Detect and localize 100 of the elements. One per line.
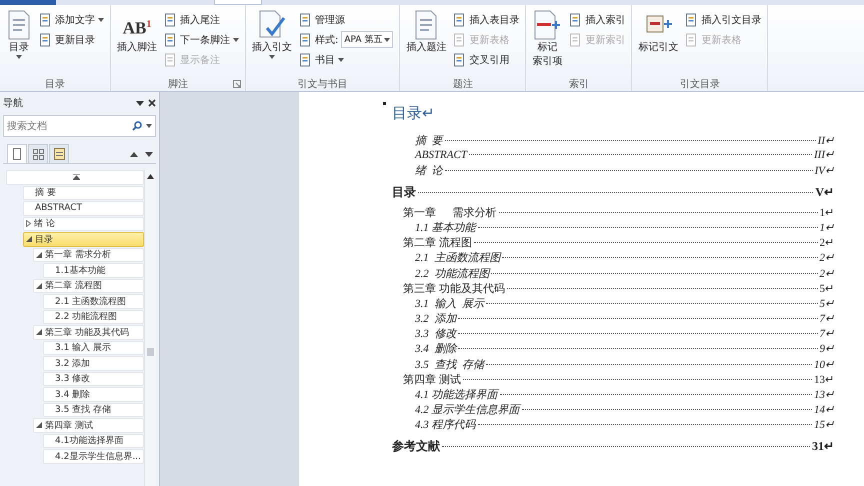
document-icon [164, 52, 177, 66]
group-label: 索引 [568, 78, 589, 90]
document-icon [453, 12, 466, 26]
expanded-triangle-icon[interactable] [26, 236, 32, 242]
scroll-thumb-icon[interactable] [147, 348, 154, 356]
caret-icon[interactable] [136, 100, 144, 106]
page-number: 5↵ [820, 296, 834, 310]
ribbon-large-button[interactable]: AB$^{1}$ 插入脚注 [115, 8, 159, 76]
heading-item[interactable]: 目录 [23, 232, 144, 246]
toc-entry: 第三章 功能及其代码 [403, 282, 505, 296]
ribbon-small-button[interactable]: 插入索引 [567, 10, 628, 29]
heading-item[interactable]: 3.1 输入 展示 [43, 340, 144, 355]
collapse-up-icon [72, 174, 80, 180]
ribbon-small-button[interactable]: 下一条脚注 [162, 30, 241, 49]
heading-item[interactable]: ABSTRACT [23, 201, 144, 216]
document-icon [164, 32, 177, 46]
search-icon[interactable] [132, 121, 142, 131]
ribbon-small-button[interactable]: 管理源 [297, 10, 396, 29]
toc-heading: 目录↵ [392, 104, 436, 123]
toc-entry: 4.3 程序代码 [415, 418, 476, 432]
heading-item[interactable]: 摘 要 [23, 186, 144, 200]
heading-item[interactable]: 1.1基本功能 [43, 263, 144, 278]
page-number: 14↵ [814, 403, 834, 416]
page-number: 2↵ [820, 251, 834, 264]
heading-item[interactable]: 4.2显示学生信息界... [43, 449, 144, 464]
ribbon-large-button[interactable]: 目录 [4, 8, 34, 76]
next-icon[interactable] [145, 152, 153, 157]
document-icon [685, 32, 698, 46]
group-label: 目录 [45, 78, 65, 90]
ribbon-large-button[interactable]: 标记 索引项 [530, 8, 564, 76]
toc-entry: 2.2 功能流程图 [415, 266, 490, 280]
page-number: 5↵ [820, 282, 834, 295]
ribbon-small-button[interactable]: 添加文字 [37, 10, 106, 29]
group-label: 题注 [452, 78, 473, 90]
document-icon [453, 52, 466, 66]
ribbon-small-button[interactable]: 插入尾注 [162, 10, 241, 29]
page-number: 2↵ [820, 266, 834, 280]
view-tab[interactable] [49, 144, 69, 163]
thumbnails-icon [32, 148, 44, 160]
ribbon-small-button[interactable]: 交叉引用 [451, 50, 522, 69]
collapsed-triangle-icon[interactable] [26, 220, 31, 228]
toc-entry: 3.3 修改 [415, 327, 456, 342]
group-label: 脚注 [168, 78, 188, 90]
previous-icon[interactable] [130, 152, 138, 157]
page-number: V↵ [815, 184, 834, 200]
expanded-triangle-icon[interactable] [36, 252, 42, 258]
style-select[interactable]: APA 第五 [341, 31, 394, 48]
toc-entry: 3.2 添加 [415, 312, 456, 326]
document-icon [569, 32, 582, 46]
heading-item[interactable]: 2.1 主函数流程图 [43, 294, 144, 308]
document-icon [299, 52, 312, 66]
heading-item[interactable]: 3.2 添加 [43, 356, 144, 370]
heading-item[interactable]: 3.3 修改 [43, 372, 144, 386]
ribbon-large-button[interactable]: 插入题注 [404, 8, 448, 76]
document-icon [299, 32, 312, 46]
document-check-icon [257, 10, 287, 40]
page-number: 15↵ [814, 418, 834, 432]
style-picker: 样式: APA 第五 [297, 30, 396, 49]
view-tab[interactable] [7, 144, 27, 163]
close-icon[interactable] [148, 99, 156, 107]
toc-entry: 第二章 流程图 [403, 236, 472, 250]
expanded-triangle-icon[interactable] [36, 282, 42, 289]
ribbon-small-button[interactable]: 书目 [297, 50, 396, 69]
heading-item[interactable]: 第三章 功能及其代码 [33, 325, 144, 340]
document-icon [299, 12, 312, 26]
heading-item[interactable]: 第二章 流程图 [33, 278, 144, 293]
page-icon [13, 148, 21, 160]
heading-item[interactable]: 4.1功能选择界面 [43, 434, 144, 448]
ribbon-small-button[interactable]: 插入引文目录 [683, 10, 764, 29]
view-tab[interactable] [28, 144, 48, 163]
ribbon-large-button[interactable]: 插入引文 [250, 8, 294, 76]
heading-item[interactable]: 3.5 查找 存储 [43, 402, 144, 417]
page-number: II↵ [818, 134, 834, 147]
toc-entry: 4.1 功能选择界面 [415, 388, 498, 402]
toc-entry: 4.2 显示学生信息界面 [415, 403, 520, 418]
toc-entry: 3.4 删除 [415, 342, 456, 356]
page-number: 2↵ [820, 236, 834, 250]
caret-icon [384, 38, 390, 42]
toc-entry: 目录 [392, 184, 416, 201]
heading-item[interactable]: 第一章 需求分析 [33, 248, 144, 262]
dialog-launcher-icon[interactable] [233, 80, 241, 88]
page-number: 13↵ [814, 372, 834, 386]
scrollbar[interactable] [144, 170, 156, 486]
heading-item[interactable]: 3.4 删除 [43, 387, 144, 402]
page-number: 10↵ [814, 358, 834, 371]
page-number: IV↵ [814, 164, 834, 178]
expanded-triangle-icon[interactable] [36, 329, 42, 336]
ribbon-small-button[interactable]: 更新目录 [37, 30, 106, 49]
ribbon-large-button[interactable]: 标记引文 [636, 8, 680, 76]
toc-entry: 3.1 输入 展示 [415, 296, 484, 311]
toc-entry: 参考文献 [392, 438, 440, 455]
expanded-triangle-icon[interactable] [36, 422, 42, 428]
toc-entry: 2.1 主函数流程图 [415, 250, 500, 266]
scroll-up-icon[interactable] [147, 174, 154, 179]
heading-item[interactable]: 绪 论 [23, 216, 144, 231]
heading-item[interactable]: 2.2 功能流程图 [43, 310, 144, 324]
ribbon-small-button[interactable]: 插入表目录 [451, 10, 522, 29]
pane-title: 导航 [3, 96, 24, 110]
toc-entry: 1.1 基本功能 [415, 220, 476, 235]
heading-item[interactable]: 第四章 测试 [33, 418, 144, 432]
